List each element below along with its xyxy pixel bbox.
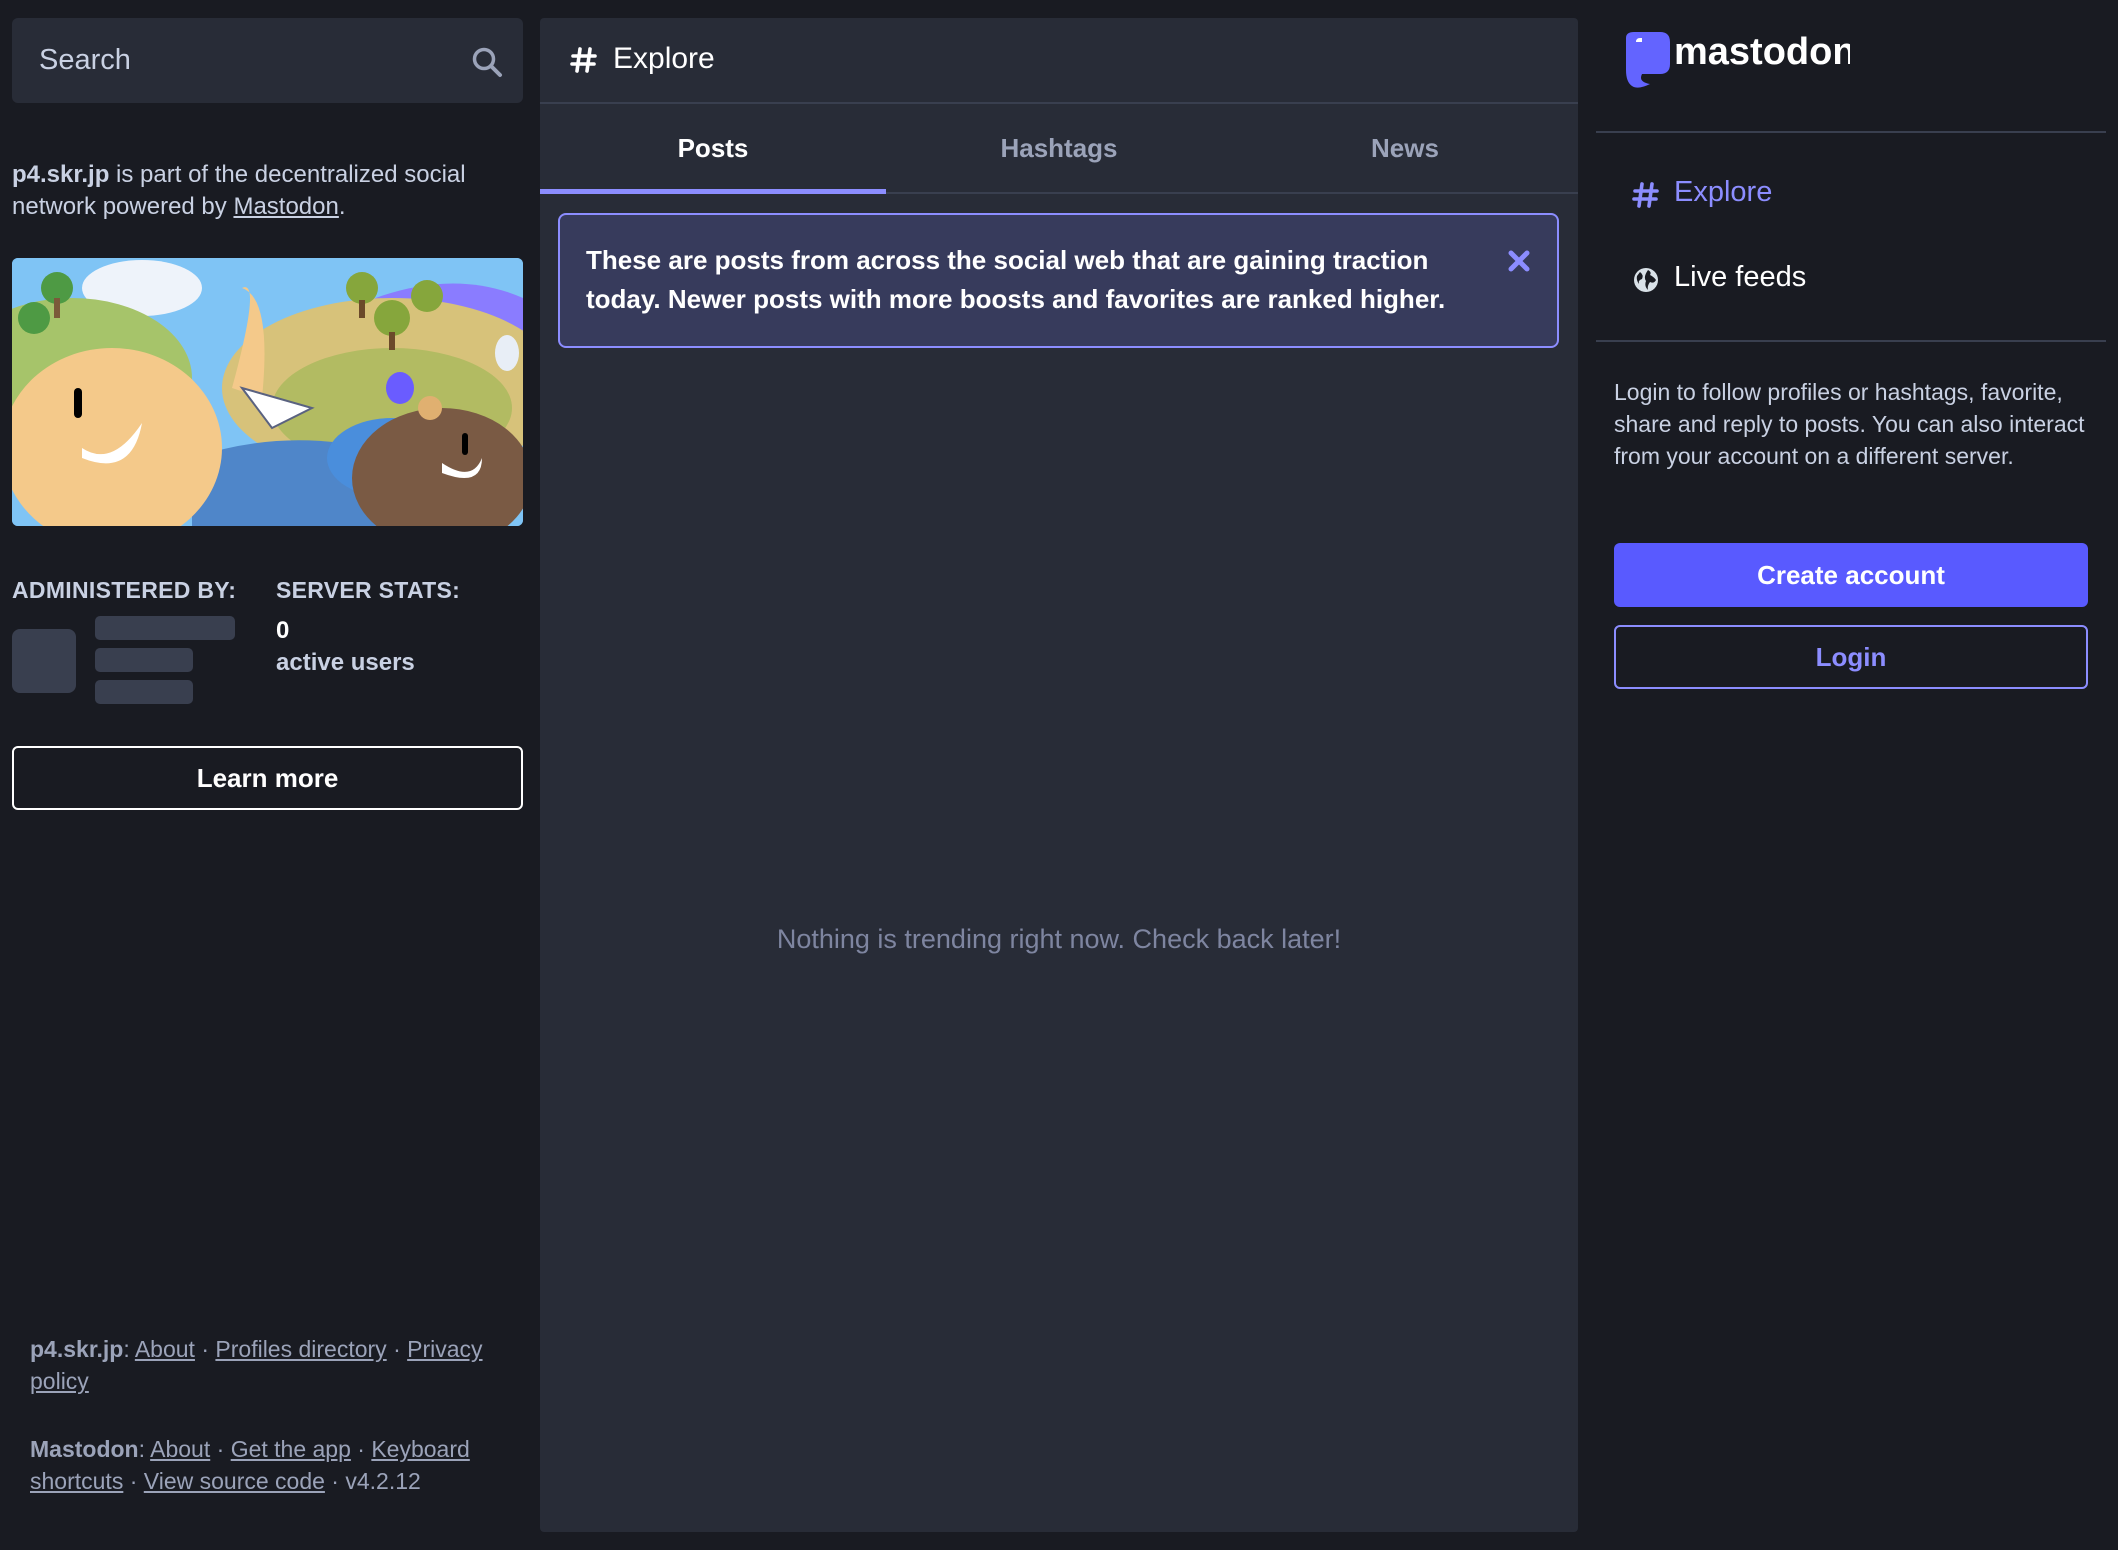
left-panel: p4.skr.jp is part of the decentralized s… [12,18,523,1532]
footer-sep: : [123,1336,135,1362]
mastodon-footer-links: Mastodon: About · Get the app · Keyboard… [30,1433,510,1497]
hashtag-icon [570,47,597,73]
footer-mastodon-name: Mastodon [30,1436,139,1462]
admin-avatar-placeholder [12,629,76,693]
mastodon-hero-illustration [12,258,523,526]
tab-hashtags[interactable]: Hashtags [886,104,1232,192]
admin-handle-placeholder [95,648,193,672]
server-stats-label: SERVER STATS: [276,577,461,603]
administered-by-label: ADMINISTERED BY: [12,577,237,603]
active-users-label: active users [276,649,415,676]
globe-icon [1634,268,1658,292]
footer-dot: · [386,1336,408,1362]
mastodon-logo[interactable]: mastodon [1620,30,1850,92]
footer-server-about-link[interactable]: About [135,1336,195,1362]
empty-trending-message: Nothing is trending right now. Check bac… [776,924,1342,954]
footer-mastodon-about-link[interactable]: About [150,1436,210,1462]
active-users-count: 0 [276,617,290,644]
divider [1596,131,2106,133]
footer-profiles-directory-link[interactable]: Profiles directory [215,1336,386,1362]
nav-live-feeds[interactable]: Live feeds [1632,255,1932,305]
hashtag-icon [1632,182,1659,208]
admin-name-placeholder [95,616,235,640]
explore-tabs: Posts Hashtags News [540,104,1578,194]
search-box [12,18,523,103]
login-button[interactable]: Login [1614,625,2088,689]
mastodon-link[interactable]: Mastodon [233,193,338,220]
create-account-button[interactable]: Create account [1614,543,2088,607]
trending-info-banner: These are posts from across the social w… [558,213,1559,348]
logo-text: mastodon [1674,31,1850,73]
column-title: Explore [613,42,715,75]
explore-column: Explore Posts Hashtags News These are po… [540,18,1578,1532]
intro-period: . [338,193,346,220]
tab-posts[interactable]: Posts [540,104,886,194]
banner-text: These are posts from across the social w… [586,245,1446,314]
footer-dot: · [210,1436,231,1462]
footer-dot: · [123,1468,144,1494]
close-icon[interactable] [1507,249,1531,273]
footer-version: v4.2.12 [345,1468,421,1494]
server-domain: p4.skr.jp [12,161,110,188]
server-footer-links: p4.skr.jp: About · Profiles directory · … [30,1333,510,1397]
right-sidebar: mastodon Explore Live feeds Login to fol… [1596,0,2106,1550]
nav-explore-label: Explore [1674,176,1773,208]
column-header[interactable]: Explore [540,18,1578,104]
divider [1596,340,2106,342]
server-intro: p4.skr.jp is part of the decentralized s… [12,159,512,223]
learn-more-button[interactable]: Learn more [12,746,523,810]
footer-sep: : [138,1436,151,1462]
search-input[interactable] [12,18,452,103]
footer-dot: · [194,1336,216,1362]
hero-image [12,258,523,526]
tab-news[interactable]: News [1232,104,1578,192]
nav-explore[interactable]: Explore [1632,170,1932,220]
nav-live-feeds-label: Live feeds [1674,261,1807,293]
login-info-text: Login to follow profiles or hashtags, fa… [1614,379,2085,469]
admin-extra-placeholder [95,680,193,704]
footer-view-source-link[interactable]: View source code [144,1468,325,1494]
search-icon[interactable] [471,46,503,78]
footer-dot: · [324,1468,346,1494]
footer-get-app-link[interactable]: Get the app [231,1436,351,1462]
footer-server-domain: p4.skr.jp [30,1336,124,1362]
footer-dot: · [350,1436,372,1462]
